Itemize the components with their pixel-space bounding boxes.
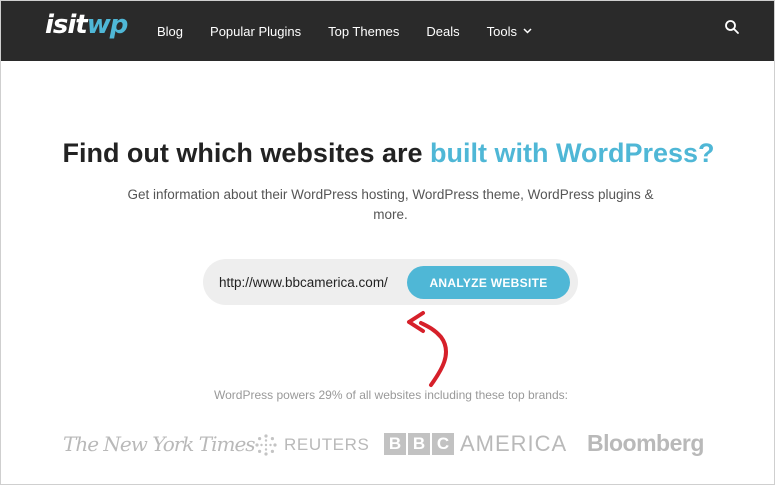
website-url-input[interactable]: [219, 267, 403, 297]
site-logo[interactable]: isitwp: [45, 9, 129, 41]
reuters-logo-text: REUTERS: [284, 435, 370, 454]
main-nav: Blog Popular Plugins Top Themes Deals To…: [157, 1, 559, 61]
reuters-dots-icon: [255, 434, 277, 456]
analyze-website-button[interactable]: ANALYZE WEBSITE: [407, 266, 570, 299]
bbc-america-text: AMERICA: [460, 431, 568, 456]
reuters-logo: REUTERS: [254, 433, 369, 457]
bbc-letter-b2: B: [408, 433, 430, 455]
search-icon[interactable]: [724, 19, 740, 35]
chevron-down-icon: [523, 28, 532, 34]
top-navbar: isitwp Blog Popular Plugins Top Themes D…: [1, 1, 774, 61]
page-subtitle: Get information about their WordPress ho…: [127, 187, 654, 222]
page-headline: Find out which websites are built with W…: [1, 135, 774, 171]
analyze-form: ANALYZE WEBSITE: [203, 259, 578, 305]
logo-text-isit: isit: [45, 10, 88, 40]
page: isitwp Blog Popular Plugins Top Themes D…: [0, 0, 775, 485]
curved-arrow-annotation: [407, 311, 448, 387]
brands-intro-text: WordPress powers 29% of all websites inc…: [214, 388, 568, 402]
nav-item-blog[interactable]: Blog: [157, 24, 183, 39]
bbc-america-logo: B B C AMERICA: [384, 433, 567, 455]
bbc-letter-c: C: [432, 433, 454, 455]
nav-item-tools[interactable]: Tools: [487, 24, 532, 39]
bbc-letter-b1: B: [384, 433, 406, 455]
nav-item-deals[interactable]: Deals: [426, 24, 459, 39]
nav-item-tools-label: Tools: [486, 23, 517, 39]
logo-text-wp: wp: [86, 10, 129, 40]
nav-item-popular-plugins[interactable]: Popular Plugins: [210, 24, 301, 39]
headline-highlight: built with WordPress?: [430, 138, 715, 168]
headline-text: Find out which websites are: [62, 138, 431, 168]
bloomberg-logo: Bloomberg: [587, 430, 704, 456]
nav-item-top-themes[interactable]: Top Themes: [328, 24, 399, 39]
nyt-logo: The New York Times: [63, 432, 256, 456]
